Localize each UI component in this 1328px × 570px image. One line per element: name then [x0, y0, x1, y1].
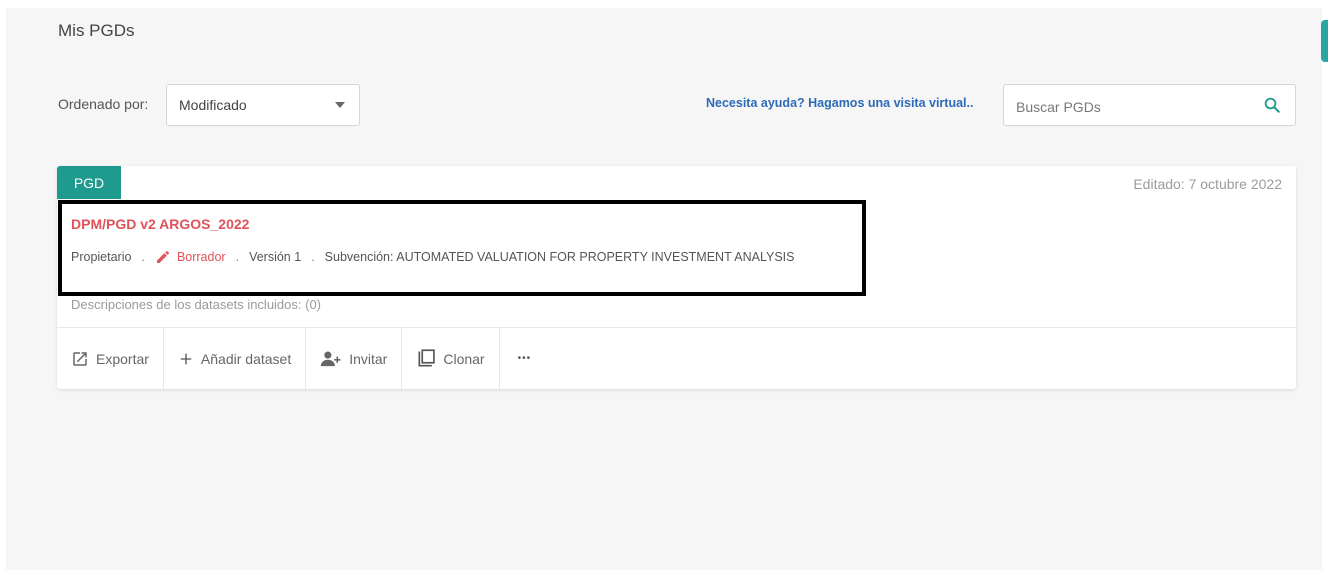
search-box[interactable]	[1003, 84, 1296, 126]
export-button[interactable]: Exportar	[57, 328, 164, 389]
pgd-card: PGD Editado: 7 octubre 2022 DPM/PGD v2 A…	[57, 166, 1296, 389]
sort-label: Ordenado por:	[58, 96, 149, 112]
clone-button[interactable]: Clonar	[402, 328, 500, 389]
add-dataset-label: Añadir dataset	[200, 350, 292, 367]
search-icon[interactable]	[1263, 96, 1281, 114]
card-actions: Exportar Añadir dataset Invitar Clonar •	[57, 328, 549, 389]
export-label: Exportar	[96, 350, 149, 367]
edited-date: Editado: 7 octubre 2022	[1133, 176, 1282, 192]
search-input[interactable]	[1014, 94, 1258, 120]
copy-icon	[418, 348, 436, 366]
plus-icon	[180, 353, 192, 364]
highlight-box	[58, 200, 866, 296]
sort-select[interactable]: Modificado	[166, 84, 360, 126]
page-title: Mis PGDs	[58, 21, 135, 40]
virtual-tour-link[interactable]: Necesita ayuda? Hagamos una visita virtu…	[706, 96, 973, 110]
more-icon: •••	[517, 353, 532, 364]
sort-select-value: Modificado	[179, 97, 247, 113]
invite-button[interactable]: Invitar	[306, 328, 403, 389]
add-user-icon	[321, 351, 341, 366]
invite-label: Invitar	[349, 350, 388, 367]
add-dataset-button[interactable]: Añadir dataset	[164, 328, 307, 389]
more-options-button[interactable]: •••	[500, 328, 550, 389]
clone-label: Clonar	[443, 350, 485, 367]
pgd-badge: PGD	[57, 166, 121, 199]
caret-down-icon	[335, 102, 345, 108]
datasets-description: Descripciones de los datasets incluidos:…	[71, 297, 322, 312]
side-panel-tab[interactable]	[1321, 20, 1328, 62]
export-icon	[73, 351, 87, 366]
